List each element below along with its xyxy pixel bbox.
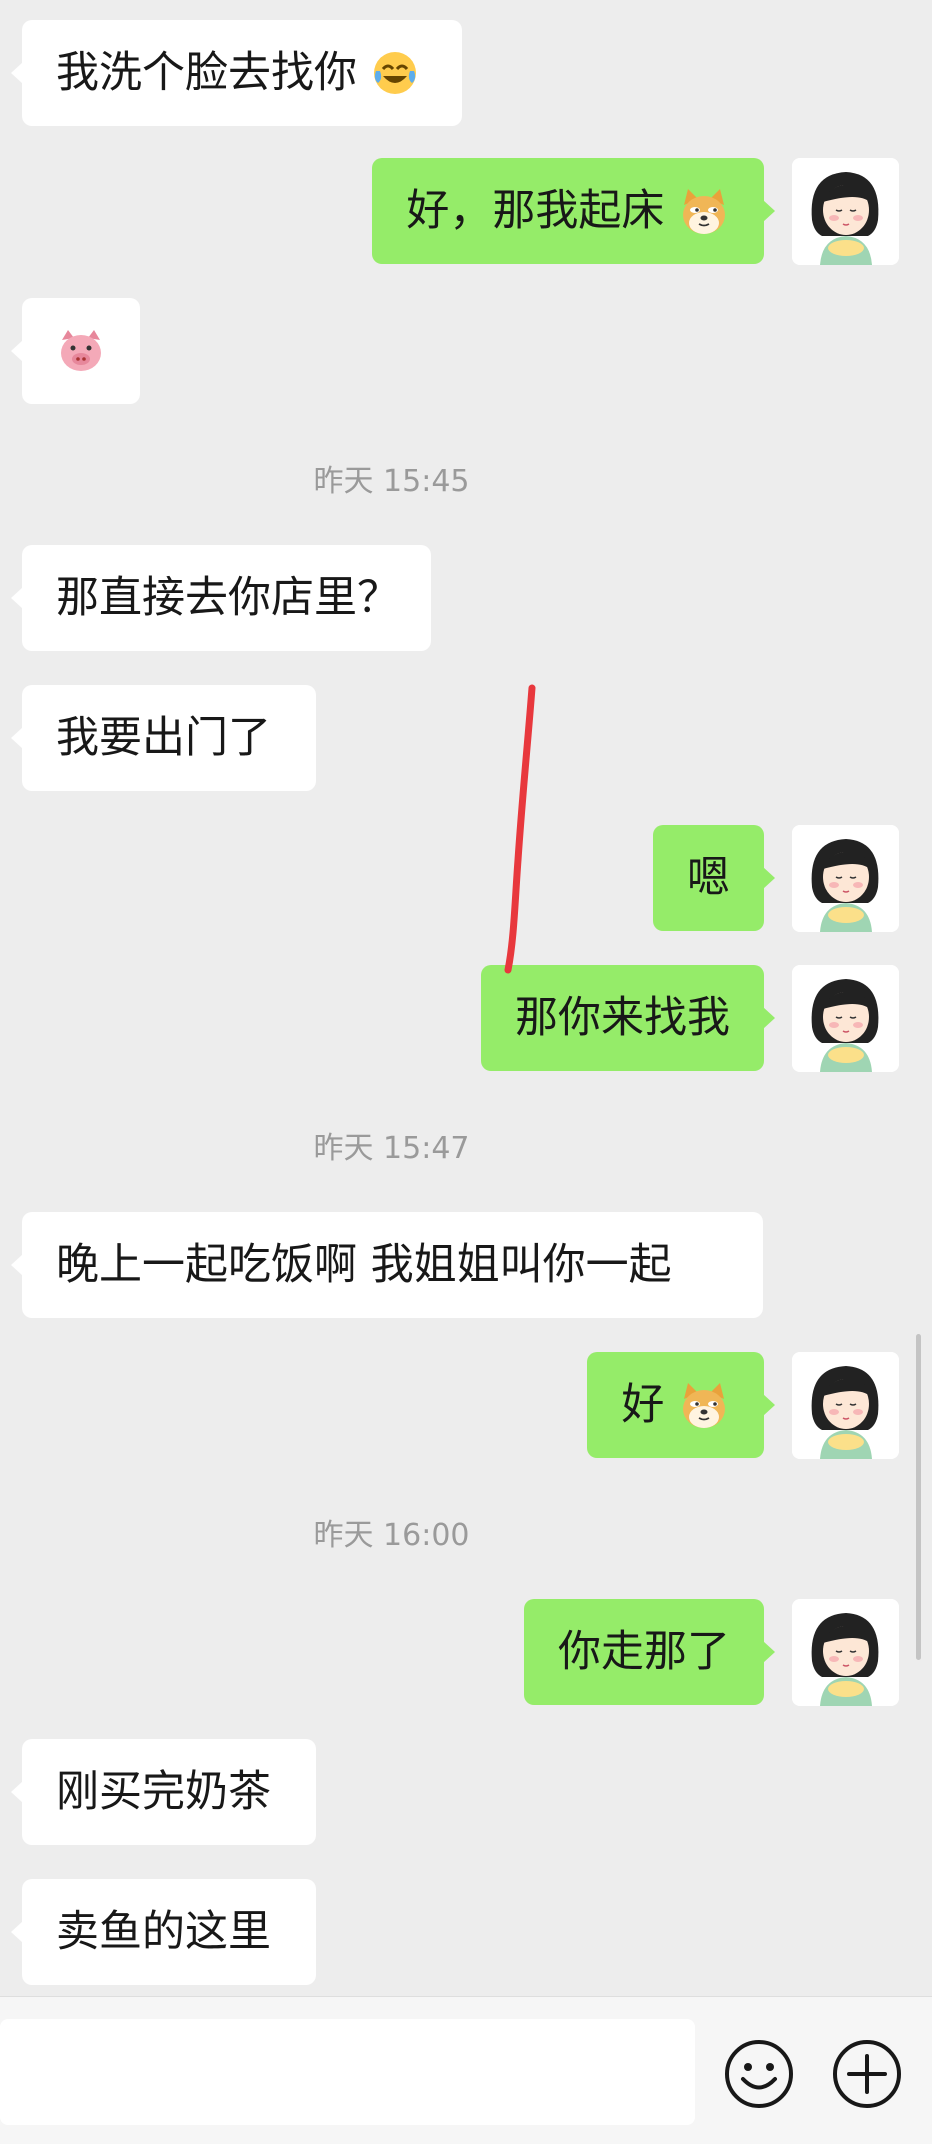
message-text: 好，那我起床 <box>406 186 665 236</box>
message-incoming[interactable]: 我洗个脸去找你 <box>0 20 932 126</box>
avatar-girl-icon <box>792 158 899 265</box>
timestamp: 昨天 15:45 <box>313 464 470 499</box>
message-bubble[interactable]: 好，那我起床 <box>372 158 775 264</box>
avatar-girl-icon <box>792 825 899 932</box>
message-text: 好 <box>621 1380 665 1430</box>
message-outgoing[interactable]: 你走那了 <box>0 1599 932 1706</box>
message-bubble[interactable]: 嗯 <box>653 825 775 931</box>
avatar[interactable] <box>792 1352 899 1459</box>
message-bubble[interactable] <box>11 298 140 404</box>
message-bubble[interactable]: 卖鱼的这里 <box>11 1879 316 1985</box>
message-bubble[interactable]: 晚上一起吃饭啊 我姐姐叫你一起 <box>11 1212 763 1318</box>
smiley-face-icon[interactable] <box>723 2038 795 2110</box>
message-text: 那直接去你店里？ <box>56 573 400 623</box>
message-bubble[interactable]: 你走那了 <box>524 1599 775 1705</box>
message-text: 那你来找我 <box>515 993 730 1043</box>
message-incoming[interactable]: 晚上一起吃饭啊 我姐姐叫你一起 <box>0 1212 932 1319</box>
message-outgoing[interactable]: 嗯 <box>0 825 932 932</box>
avatar-girl-icon <box>792 1599 899 1706</box>
doge-emoji <box>683 188 725 234</box>
message-outgoing[interactable]: 好，那我起床 <box>0 158 932 265</box>
message-bubble[interactable]: 刚买完奶茶 <box>11 1739 316 1845</box>
message-text: 刚买完奶茶 <box>56 1767 271 1817</box>
message-incoming[interactable]: 我要出门了 <box>0 685 932 792</box>
avatar-girl-icon <box>792 965 899 1072</box>
message-text: 我洗个脸去找你 <box>56 48 357 98</box>
timestamp: 昨天 16:00 <box>313 1518 470 1553</box>
message-bubble[interactable]: 那直接去你店里？ <box>11 545 431 651</box>
avatar-girl-icon <box>792 1352 899 1459</box>
scrollbar[interactable] <box>916 1334 921 1660</box>
message-bubble[interactable]: 好 <box>587 1352 775 1458</box>
chat-area[interactable]: 我洗个脸去找你 好，那我起床 昨天 15:45 那直接去你店里？ 我要出门了 嗯… <box>0 0 932 1996</box>
input-bar <box>0 1996 932 2144</box>
message-bubble[interactable]: 我要出门了 <box>11 685 316 791</box>
message-incoming[interactable]: 卖鱼的这里 <box>0 1879 932 1986</box>
message-input[interactable] <box>0 2019 695 2125</box>
message-text: 卖鱼的这里 <box>56 1907 271 1957</box>
doge-emoji <box>683 1382 725 1428</box>
message-text: 晚上一起吃饭啊 我姐姐叫你一起 <box>56 1240 672 1290</box>
plus-circle-icon[interactable] <box>831 2038 903 2110</box>
message-outgoing[interactable]: 那你来找我 <box>0 965 932 1072</box>
message-outgoing[interactable]: 好 <box>0 1352 932 1459</box>
pig-emoji <box>61 330 101 371</box>
message-text: 你走那了 <box>558 1627 730 1677</box>
message-incoming[interactable] <box>0 298 932 405</box>
message-incoming[interactable]: 那直接去你店里？ <box>0 545 932 652</box>
avatar[interactable] <box>792 1599 899 1706</box>
avatar[interactable] <box>792 965 899 1072</box>
message-bubble[interactable]: 那你来找我 <box>481 965 775 1071</box>
timestamp: 昨天 15:47 <box>313 1131 470 1166</box>
message-incoming[interactable]: 刚买完奶茶 <box>0 1739 932 1846</box>
message-text: 嗯 <box>687 853 730 903</box>
message-text: 我要出门了 <box>56 713 271 763</box>
message-bubble[interactable]: 我洗个脸去找你 <box>11 20 462 126</box>
avatar[interactable] <box>792 158 899 265</box>
tears-of-joy-emoji <box>373 51 416 94</box>
avatar[interactable] <box>792 825 899 932</box>
